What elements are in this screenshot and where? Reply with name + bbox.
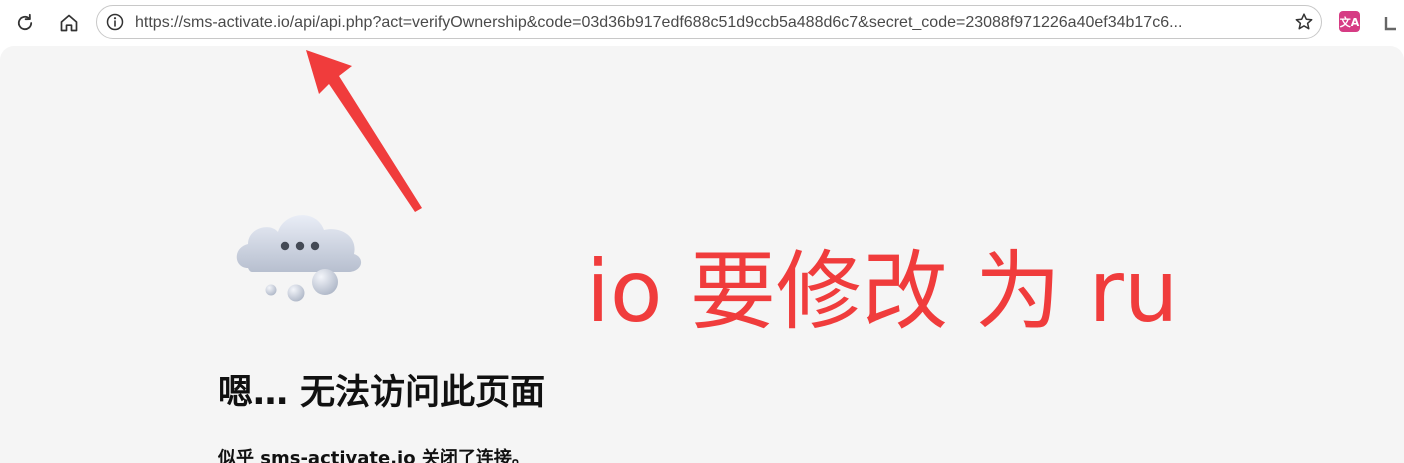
annotation-text: io 要修改 为 ru: [586, 242, 1179, 342]
reload-icon: [17, 13, 33, 31]
home-icon: [60, 14, 78, 32]
browser-toolbar: https://sms-activate.io/api/api.php?act=…: [0, 0, 1404, 46]
info-icon[interactable]: [106, 13, 124, 31]
sidebar-partial-icon: [1384, 17, 1396, 31]
annotation-arrow: [306, 50, 422, 212]
url-text[interactable]: https://sms-activate.io/api/api.php?act=…: [135, 14, 1283, 32]
error-subtext: 似乎 sms-activate.io 关闭了连接。: [218, 448, 530, 463]
favorite-button[interactable]: [1293, 11, 1315, 33]
error-heading: 嗯… 无法访问此页面: [218, 373, 546, 413]
translate-extension-button[interactable]: 文A: [1339, 11, 1360, 32]
reload-button[interactable]: [10, 8, 40, 38]
star-icon: [1295, 13, 1313, 30]
home-button[interactable]: [54, 8, 84, 38]
address-bar[interactable]: https://sms-activate.io/api/api.php?act=…: [96, 5, 1322, 39]
